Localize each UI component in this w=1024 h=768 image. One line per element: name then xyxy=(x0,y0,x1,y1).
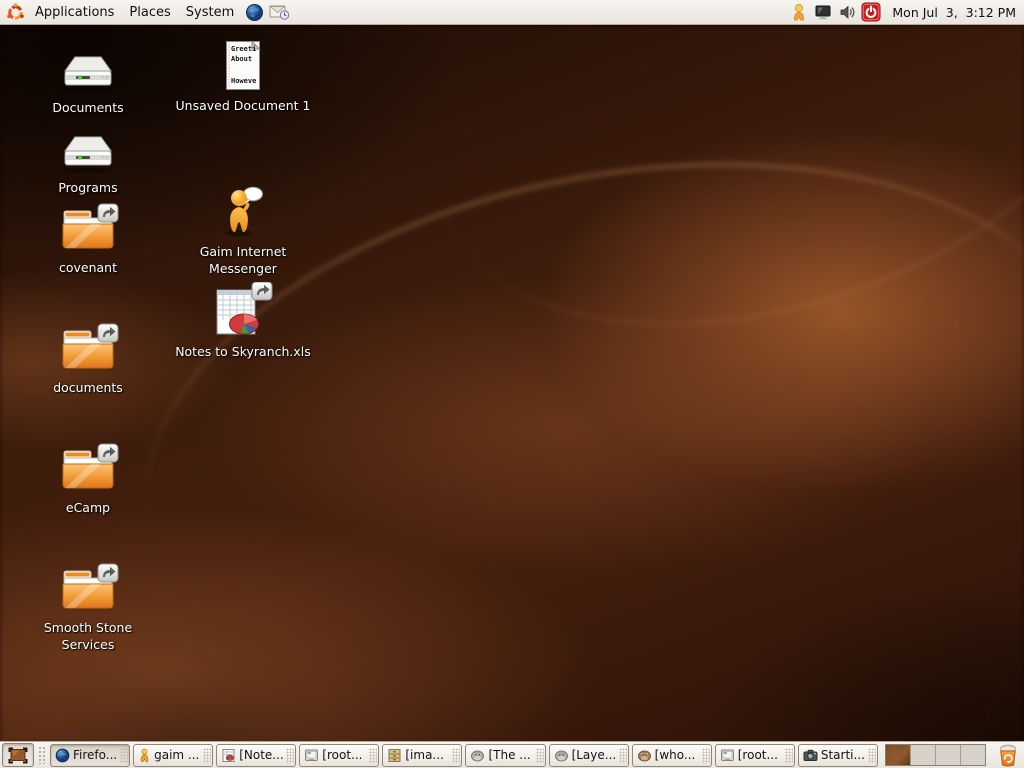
folder-link-icon xyxy=(57,322,119,378)
taskbar-window-label: [root... xyxy=(322,748,362,762)
menu-system[interactable]: System xyxy=(179,0,241,24)
applet-drag-handle[interactable] xyxy=(38,746,46,764)
taskbar-window-terminal-2[interactable]: [root... xyxy=(715,744,795,767)
wallpaper-swirl xyxy=(0,196,1024,742)
desktop-icon-notes-skyranch[interactable]: Notes to Skyranch.xls xyxy=(168,282,318,361)
show-desktop-button[interactable] xyxy=(2,743,34,767)
desktop-icon-ecamp[interactable]: eCamp xyxy=(23,442,153,517)
taskbar-window-gimp-1[interactable]: [The ... xyxy=(465,744,545,767)
top-panel: Applications Places System xyxy=(0,0,1024,25)
desktop-icon-label: eCamp xyxy=(66,500,110,517)
terminal-icon xyxy=(720,748,735,763)
desktop-icon-label: Programs xyxy=(58,180,117,197)
volume-icon[interactable] xyxy=(837,2,857,22)
desktop-icon-label: Unsaved Document 1 xyxy=(176,98,311,115)
svg-text:Greeti: Greeti xyxy=(231,45,256,53)
clock-applet[interactable]: Mon Jul 3, 3:12 PM xyxy=(887,5,1021,20)
desktop-icon-documents-folder[interactable]: documents xyxy=(23,322,153,397)
taskbar-window-label: Starti... xyxy=(821,748,865,762)
workspace-1[interactable] xyxy=(886,745,911,765)
drive-icon xyxy=(60,134,116,178)
taskbar-window-label: [ima... xyxy=(405,748,444,762)
workspace-4[interactable] xyxy=(961,745,985,765)
user-switcher-icon[interactable] xyxy=(789,2,809,22)
taskbar-window-label: [who... xyxy=(655,748,696,762)
text-document-icon: Greeti About Howeve xyxy=(223,40,263,96)
camera-icon xyxy=(803,748,818,762)
desktop-icon-documents[interactable]: Documents xyxy=(23,54,153,117)
desktop-icon-smooth-stone[interactable]: Smooth Stone Services xyxy=(23,562,153,654)
wallpaper-swirl xyxy=(385,24,1024,404)
bottom-panel: Firefo... gaim ... [Note... [root... xyxy=(0,741,1024,768)
desktop-icon-programs[interactable]: Programs xyxy=(23,134,153,197)
desktop-icon-label: covenant xyxy=(59,260,117,277)
trash-applet[interactable] xyxy=(995,742,1021,768)
taskbar-window-terminal-1[interactable]: [root... xyxy=(299,744,379,767)
terminal-icon xyxy=(304,748,319,763)
taskbar-window-label: [Note... xyxy=(239,748,284,762)
desktop-icon-label: Documents xyxy=(52,100,123,117)
taskbar-window-who[interactable]: [who... xyxy=(632,744,712,767)
workspace-2[interactable] xyxy=(911,745,936,765)
taskbar-window-label: [The ... xyxy=(488,748,530,762)
taskbar-window-image[interactable]: [ima... xyxy=(382,744,462,767)
taskbar-window-label: [Laye... xyxy=(572,748,617,762)
system-tray xyxy=(789,2,881,22)
window-list: Firefo... gaim ... [Note... [root... xyxy=(50,742,878,768)
firefox-icon xyxy=(55,748,70,763)
svg-text:About: About xyxy=(231,55,252,63)
taskbar-window-label: gaim ... xyxy=(154,748,199,762)
folder-link-icon xyxy=(57,202,119,258)
taskbar-window-gimp-layers[interactable]: [Laye... xyxy=(549,744,629,767)
menu-applications[interactable]: Applications xyxy=(28,0,121,24)
gaim-icon xyxy=(138,748,151,763)
gimp-icon xyxy=(554,749,569,762)
taskbar-window-label: Firefo... xyxy=(73,748,117,762)
desktop-wallpaper: Documents Greeti About Howeve Unsaved Do… xyxy=(0,24,1024,742)
trash-icon xyxy=(997,743,1019,767)
gaim-person-icon xyxy=(217,184,269,242)
taskbar-window-label: [root... xyxy=(738,748,778,762)
taskbar-window-firefox[interactable]: Firefo... xyxy=(50,744,130,767)
desktop-icon-gaim[interactable]: Gaim Internet Messenger xyxy=(168,184,318,278)
folder-link-icon xyxy=(57,562,119,618)
desktop-icon-label: Smooth Stone Services xyxy=(23,620,153,654)
gimp-brown-icon xyxy=(637,749,652,762)
desktop-icon-label: Notes to Skyranch.xls xyxy=(175,344,311,361)
spreadsheet-icon xyxy=(221,748,236,763)
spreadsheet-link-icon xyxy=(213,282,273,342)
taskbar-window-notes-xls[interactable]: [Note... xyxy=(216,744,296,767)
logout-icon[interactable] xyxy=(861,2,881,22)
gimp-icon xyxy=(470,749,485,762)
menu-places[interactable]: Places xyxy=(122,0,177,24)
cabinet-icon xyxy=(387,748,402,763)
taskbar-window-gaim[interactable]: gaim ... xyxy=(133,744,213,767)
desktop-icon-unsaved-document[interactable]: Greeti About Howeve Unsaved Document 1 xyxy=(168,40,318,115)
desktop-icon-label: documents xyxy=(53,380,123,397)
desktop-icon-label: Gaim Internet Messenger xyxy=(168,244,318,278)
display-icon[interactable] xyxy=(813,2,833,22)
drive-icon xyxy=(60,54,116,98)
desktop-icon-covenant[interactable]: covenant xyxy=(23,202,153,277)
taskbar-window-screenshot[interactable]: Starti... xyxy=(798,744,878,767)
ubuntu-logo-icon[interactable] xyxy=(3,1,27,23)
folder-link-icon xyxy=(57,442,119,498)
workspace-switcher xyxy=(885,744,986,766)
workspace-3[interactable] xyxy=(936,745,961,765)
show-desktop-icon xyxy=(8,747,28,764)
svg-text:Howeve: Howeve xyxy=(231,77,256,85)
web-browser-icon[interactable] xyxy=(242,1,266,23)
email-clock-icon[interactable] xyxy=(267,1,291,23)
